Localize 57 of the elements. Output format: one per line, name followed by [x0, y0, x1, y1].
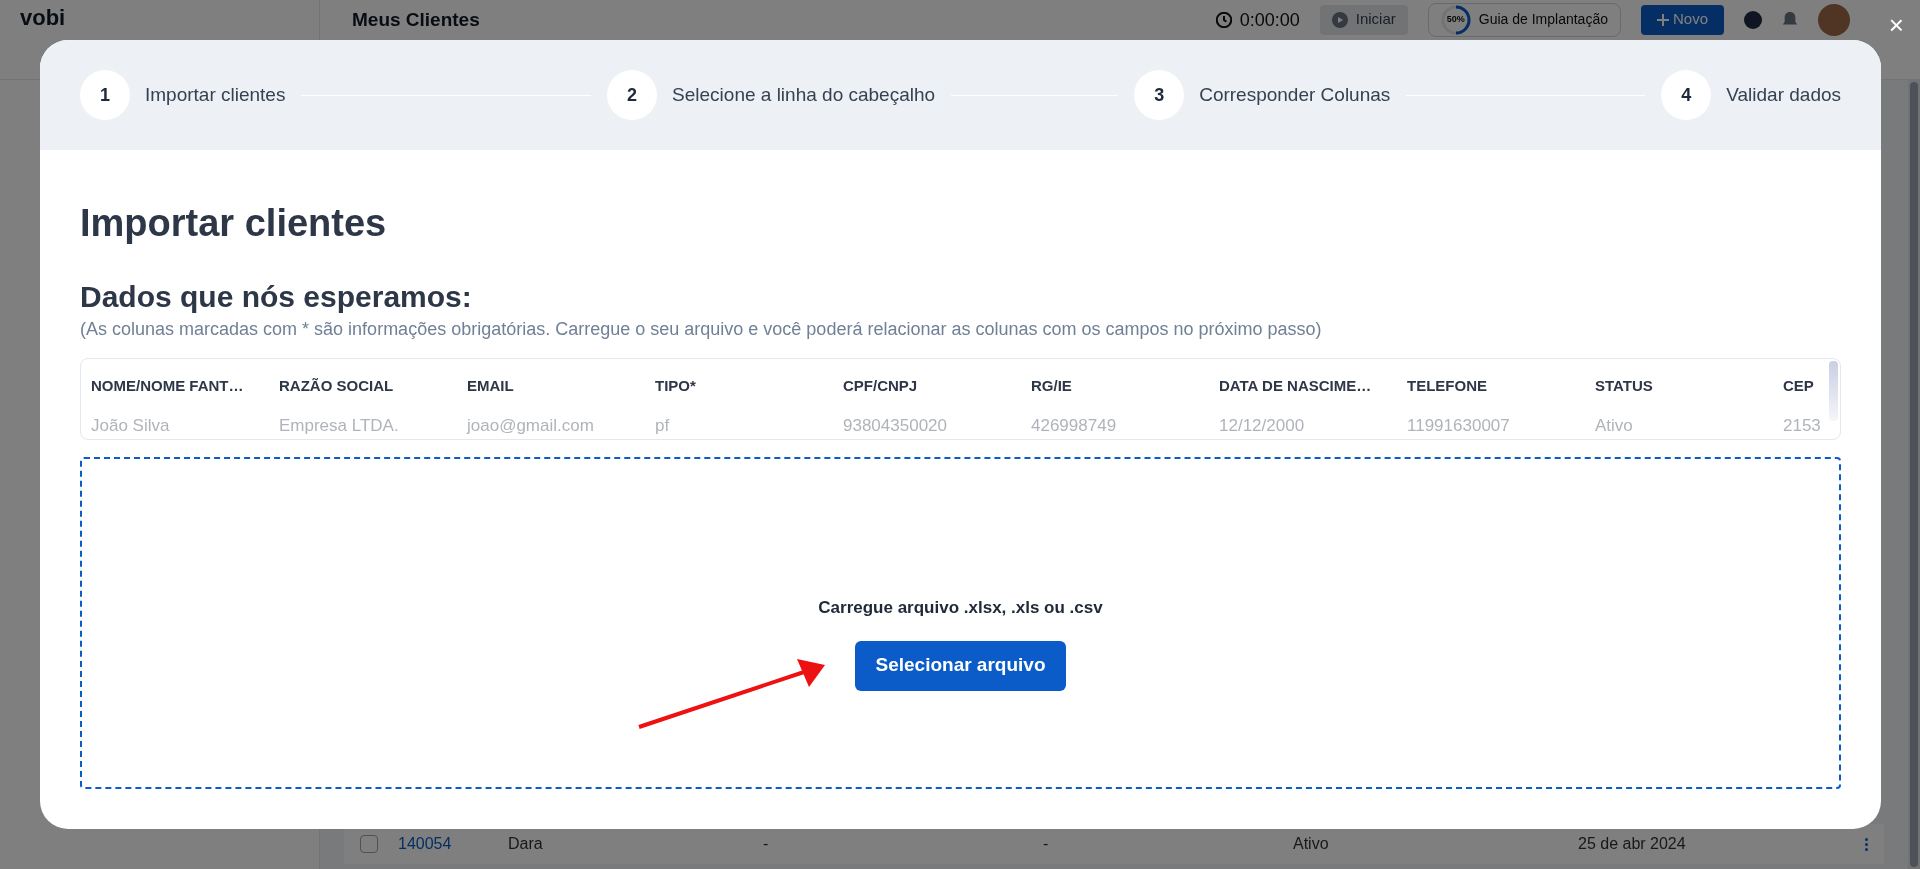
table-cell-text: Dara — [508, 834, 544, 854]
table-cell-text: - — [763, 834, 770, 854]
column-header: CEP — [1783, 375, 1815, 396]
table-cell-text: João Silva — [91, 415, 171, 437]
progress-percent: 50% — [1445, 12, 1466, 26]
step-number: 3 — [1134, 70, 1185, 120]
logo: vobi — [20, 4, 66, 32]
client-id-link[interactable]: 140054 — [398, 832, 508, 856]
column-header: NOME/NOME FANT… — [91, 375, 245, 396]
dropzone-text: Carregue arquivo .xlsx, .xls ou .csv — [818, 597, 1103, 619]
page-scrollbar[interactable] — [1910, 82, 1918, 867]
table-cell-text: Ativo — [1595, 415, 1634, 437]
select-file-button[interactable]: Selecionar arquivo — [855, 640, 1066, 691]
scrollbar — [1829, 360, 1838, 421]
column-header: EMAIL — [467, 375, 515, 396]
table-cell-text: Ativo — [1293, 834, 1330, 854]
guide-label: Guia de Implantação — [1478, 10, 1608, 29]
table-cell-text: 25 de abr 2024 — [1578, 834, 1687, 854]
table-cell-text: Empresa LTDA. — [279, 415, 400, 437]
step-number: 1 — [80, 70, 130, 120]
step-label: Importar clientes — [145, 82, 286, 107]
column-header: CPF/CNPJ — [843, 375, 919, 396]
table-cell-text: 12/12/2000 — [1219, 415, 1306, 437]
step-label: Validar dados — [1726, 82, 1841, 107]
step-label: Selecione a linha do cabeçalho — [672, 82, 936, 107]
file-dropzone[interactable]: Carregue arquivo .xlsx, .xls ou .csv Selecionar arquivo — [80, 456, 1841, 789]
kebab-menu-icon[interactable] — [1865, 837, 1868, 851]
step-number: 4 — [1661, 70, 1712, 120]
column-header: TIPO* — [655, 375, 697, 396]
table-cell-text: pf — [655, 415, 671, 437]
table-cell-text: 11991630007 — [1407, 415, 1511, 437]
modal-title: Importar clientes — [80, 201, 388, 246]
column-header: DATA DE NASCIME… — [1219, 375, 1373, 396]
timer: 0:00:00 — [1239, 8, 1300, 31]
step-number: 2 — [607, 70, 658, 120]
close-button[interactable]: × — [1888, 12, 1904, 38]
column-header: TELEFONE — [1407, 375, 1488, 396]
hint-text: (As colunas marcadas com * são informações obrigatórias. Carregue o seu arquivo e você poderá relacionar as colunas com os campos no próximo passo) — [80, 317, 1323, 341]
page-title: Meus Clientes — [352, 7, 480, 32]
table-cell-text: joao@gmail.com — [467, 415, 595, 437]
play-icon — [1331, 11, 1348, 28]
table-cell-text: - — [1043, 834, 1050, 854]
guide-card[interactable]: 50% Guia de Implantação — [1427, 2, 1621, 37]
section-title: Dados que nós esperamos: — [80, 279, 473, 315]
table-cell-text: 2153 — [1783, 415, 1822, 437]
new-button[interactable]: Novo — [1640, 4, 1724, 35]
plus-icon — [1656, 13, 1669, 26]
step-label: Corresponder Colunas — [1199, 82, 1391, 107]
table-cell-text: 93804350020 — [843, 415, 948, 437]
avatar[interactable] — [1818, 3, 1850, 36]
clock-icon — [1215, 11, 1232, 28]
table-cell-text: 426998749 — [1031, 415, 1118, 437]
column-header: RG/IE — [1031, 375, 1073, 396]
start-button[interactable]: Iniciar — [1319, 4, 1408, 35]
column-header: STATUS — [1595, 375, 1654, 396]
row-checkbox[interactable] — [360, 835, 378, 853]
column-header: RAZÃO SOCIAL — [279, 375, 395, 396]
